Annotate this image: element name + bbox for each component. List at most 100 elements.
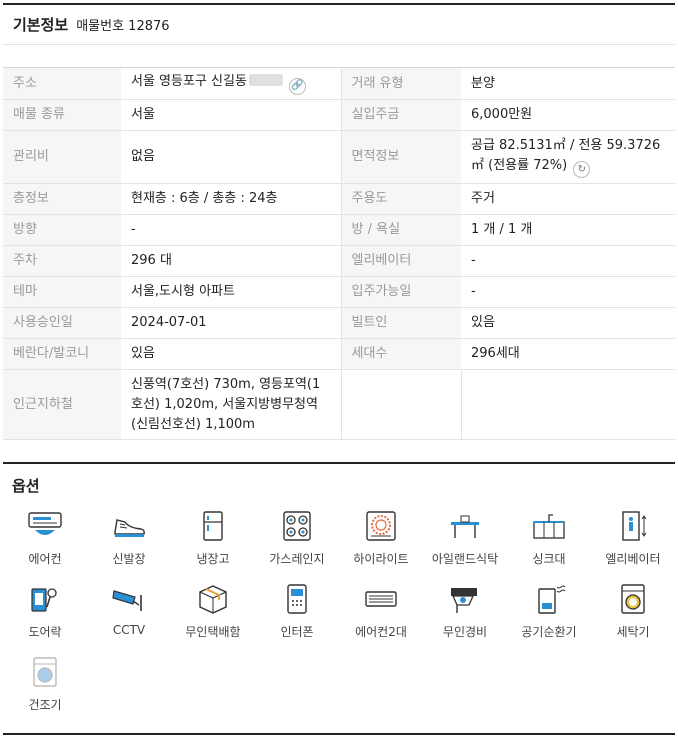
table-row: 주소 서울 영등포구 신길동 🔗 거래 유형 분양: [3, 67, 675, 100]
option-label: 신발장: [112, 552, 146, 566]
cctv-icon: [111, 581, 147, 617]
masked-address: [248, 74, 283, 87]
area-value: 공급 82.5131㎡ / 전용 59.3726㎡ (전용률 72%) ↻: [461, 130, 675, 184]
approval-date-value: 2024-07-01: [121, 307, 342, 339]
option-label: 에어컨: [28, 552, 62, 566]
direction-label: 방향: [3, 214, 121, 246]
option-item: 인터폰: [255, 581, 339, 640]
balcony-label: 베란다/발코니: [3, 338, 121, 370]
option-label: 공기순환기: [521, 625, 577, 639]
island-table-icon: [447, 508, 483, 544]
security-camera-icon: [447, 581, 483, 617]
rooms-value: 1 개 / 1 개: [461, 214, 675, 246]
basic-info-header: 기본정보 매물번호 12876: [3, 3, 675, 45]
option-label: 인터폰: [280, 625, 314, 639]
option-item: 도어락: [3, 581, 87, 640]
option-label: 냉장고: [196, 552, 230, 566]
floor-value: 현재층 : 6층 / 총층 : 24층: [121, 183, 342, 215]
option-item: CCTV: [87, 581, 171, 640]
households-value: 296세대: [461, 338, 675, 370]
option-label: 세탁기: [616, 625, 650, 639]
sink-icon: [531, 508, 567, 544]
approval-date-label: 사용승인일: [3, 307, 121, 339]
rooms-label: 방 / 욕실: [341, 214, 461, 246]
option-item: 엘리베이터: [591, 508, 675, 567]
options-title: 옵션: [12, 476, 40, 495]
option-item: 무인택배함: [171, 581, 255, 640]
elevator-value: -: [461, 245, 675, 277]
deal-type-label: 거래 유형: [341, 67, 461, 100]
theme-label: 테마: [3, 276, 121, 308]
table-row: 사용승인일 2024-07-01 빌트인 있음: [3, 307, 675, 339]
table-row: 주차 296 대 엘리베이터 -: [3, 245, 675, 277]
area-label: 면적정보: [341, 130, 461, 184]
door-lock-icon: [27, 581, 63, 617]
option-label: 가스레인지: [269, 552, 325, 566]
option-item: 건조기: [3, 654, 87, 713]
option-label: 엘리베이터: [605, 552, 661, 566]
option-item: 에어컨2대: [339, 581, 423, 640]
address-value: 서울 영등포구 신길동 🔗: [121, 67, 342, 100]
option-item: 무인경비: [423, 581, 507, 640]
direction-value: -: [121, 214, 342, 246]
households-label: 세대수: [341, 338, 461, 370]
basic-info-title: 기본정보: [13, 16, 69, 34]
shoe-rack-icon: [111, 508, 147, 544]
option-item: 신발장: [87, 508, 171, 567]
option-label: 하이라이트: [353, 552, 409, 566]
option-label: 아일랜드식탁: [431, 552, 499, 566]
down-payment-label: 실입주금: [341, 99, 461, 131]
built-in-value: 있음: [461, 307, 675, 339]
option-item: 가스레인지: [255, 508, 339, 567]
option-label: 싱크대: [532, 552, 566, 566]
option-item: 세탁기: [591, 581, 675, 640]
table-row: 테마 서울,도시형 아파트 입주가능일 -: [3, 276, 675, 308]
washing-machine-icon: [615, 581, 651, 617]
option-item: 하이라이트: [339, 508, 423, 567]
option-item: 싱크대: [507, 508, 591, 567]
balcony-value: 있음: [121, 338, 342, 370]
usage-label: 주용도: [341, 183, 461, 215]
empty-cell: [461, 369, 675, 440]
option-label: 건조기: [28, 698, 62, 712]
move-in-date-label: 입주가능일: [341, 276, 461, 308]
theme-value: 서울,도시형 아파트: [121, 276, 342, 308]
subway-value: 신풍역(7호선) 730m, 영등포역(1호선) 1,020m, 서울지방병무청…: [121, 369, 342, 440]
built-in-label: 빌트인: [341, 307, 461, 339]
table-row: 인근지하철 신풍역(7호선) 730m, 영등포역(1호선) 1,020m, 서…: [3, 369, 675, 440]
maintenance-fee-value: 없음: [121, 130, 342, 184]
dryer-icon: [27, 654, 63, 690]
option-label: CCTV: [112, 623, 146, 637]
move-in-date-value: -: [461, 276, 675, 308]
gas-range-icon: [279, 508, 315, 544]
down-payment-value: 6,000만원: [461, 99, 675, 131]
parking-label: 주차: [3, 245, 121, 277]
refresh-icon[interactable]: ↻: [573, 161, 591, 179]
usage-value: 주거: [461, 183, 675, 215]
parking-value: 296 대: [121, 245, 342, 277]
table-row: 층정보 현재층 : 6층 / 총층 : 24층 주용도 주거: [3, 183, 675, 215]
refrigerator-icon: [195, 508, 231, 544]
table-row: 방향 - 방 / 욕실 1 개 / 1 개: [3, 214, 675, 246]
property-type-value: 서울: [121, 99, 342, 131]
info-table: 주소 서울 영등포구 신길동 🔗 거래 유형 분양 매물 종류 서울 실입주금 6…: [3, 67, 675, 440]
option-item: 공기순환기: [507, 581, 591, 640]
link-icon[interactable]: 🔗: [288, 77, 306, 95]
address-label: 주소: [3, 67, 121, 100]
table-row: 관리비 없음 면적정보 공급 82.5131㎡ / 전용 59.3726㎡ (전…: [3, 130, 675, 184]
floor-label: 층정보: [3, 183, 121, 215]
deal-type-value: 분양: [461, 67, 675, 100]
interphone-icon: [279, 581, 315, 617]
bottom-divider: [3, 733, 675, 735]
empty-cell: [341, 369, 462, 440]
air-conditioner-2-icon: [363, 581, 399, 617]
air-conditioner-icon: [27, 508, 63, 544]
option-label: 무인경비: [442, 625, 488, 639]
maintenance-fee-label: 관리비: [3, 130, 121, 184]
option-label: 무인택배함: [185, 625, 241, 639]
parcel-box-icon: [195, 581, 231, 617]
highlight-cooktop-icon: [363, 508, 399, 544]
option-item: 아일랜드식탁: [423, 508, 507, 567]
table-row: 베란다/발코니 있음 세대수 296세대: [3, 338, 675, 370]
option-item: 냉장고: [171, 508, 255, 567]
